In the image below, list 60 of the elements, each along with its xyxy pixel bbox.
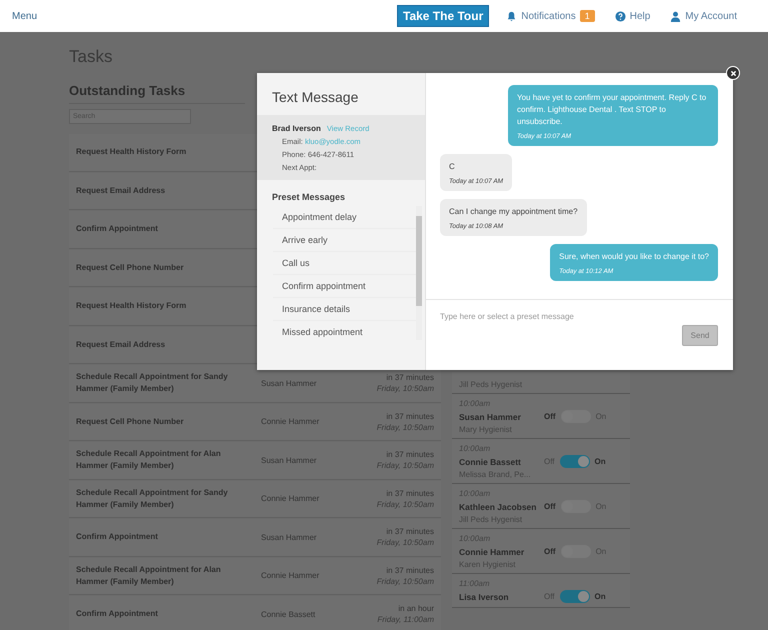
patient-name: Connie Bassett (459, 456, 522, 466)
task-assignee: Connie Hammer (261, 571, 320, 580)
scrollbar[interactable] (416, 206, 422, 340)
message-text: Can I change my appointment time? (449, 206, 578, 218)
on-label: On (594, 457, 606, 466)
preset-messages-heading: Preset Messages (271, 191, 346, 204)
task-assignee: Connie Hammer (261, 417, 320, 426)
task-due: in 37 minutes (386, 412, 434, 421)
send-button[interactable]: Send (682, 325, 718, 346)
task-due: in 37 minutes (386, 373, 434, 382)
off-label: Off (544, 502, 556, 511)
task-due: in 37 minutes (386, 527, 434, 536)
bell-icon (506, 10, 518, 22)
message-text: You have yet to confirm your appointment. Reply C to confirm. Lighthouse Dental . Text STOP to unsubscribe. (517, 92, 708, 128)
task-name: Confirm Appointment (76, 608, 159, 620)
dialog-title: Text Message (271, 88, 360, 107)
off-label: Off (544, 547, 556, 556)
off-label: Off (544, 412, 556, 421)
notification-count-badge: 1 (580, 10, 595, 22)
task-due: in 37 minutes (386, 488, 434, 498)
help-icon (614, 10, 626, 22)
patient-name: Susan Hammer (459, 412, 522, 422)
toggle-switch[interactable] (560, 455, 590, 468)
take-the-tour-button[interactable]: Take The Tour (397, 5, 490, 27)
notifications-link[interactable]: Notifications (521, 10, 576, 22)
task-due: in 37 minutes (386, 450, 434, 460)
task-name: Request Health History Form (76, 300, 188, 312)
my-account-link[interactable]: My Account (685, 10, 737, 22)
message-text: C (449, 161, 456, 173)
menu-link[interactable]: Menu (12, 10, 38, 22)
message-text: Sure, when would you like to change it to? (559, 251, 709, 263)
on-label: On (594, 592, 606, 601)
task-name: Request Cell Phone Number (76, 416, 185, 428)
task-name: Schedule Recall Appointment for Sandy Hammer (Family Member) (76, 486, 229, 511)
task-assignee: Susan Hammer (261, 378, 318, 388)
task-name: Request Health History Form (76, 146, 188, 158)
help-link[interactable]: Help (630, 10, 650, 22)
close-button[interactable] (726, 66, 740, 80)
section-title: Outstanding Tasks (69, 83, 245, 104)
task-assignee: Susan Hammer (261, 456, 318, 465)
patient-name: Lisa Iverson (459, 592, 510, 602)
task-name: Schedule Recall Appointment for Sandy Hammer (Family Member) (76, 371, 229, 396)
toggle-switch[interactable] (560, 590, 590, 603)
task-due: in 37 minutes (386, 566, 434, 575)
task-name: Confirm Appointment (76, 223, 159, 236)
task-due: in an hour (398, 604, 434, 614)
patient-name: Kathleen Jacobsen (459, 502, 538, 512)
task-name: Request Cell Phone Number (76, 262, 185, 274)
task-name: Request Email Address (76, 184, 166, 197)
task-name: Confirm Appointment (76, 531, 159, 544)
task-name: Schedule Recall Appointment for Alan Hammer (Family Member) (76, 448, 222, 472)
close-icon (730, 70, 736, 76)
task-assignee: Connie Bassett (261, 610, 316, 619)
task-name: Schedule Recall Appointment for Alan Hammer (Family Member) (76, 564, 222, 588)
patient-name: Connie Hammer (459, 546, 526, 556)
patient-name: Brad Iverson (272, 124, 321, 133)
task-assignee: Connie Hammer (261, 494, 320, 504)
task-name: Request Email Address (76, 338, 166, 351)
user-icon (670, 10, 682, 22)
task-assignee: Susan Hammer (261, 532, 318, 542)
